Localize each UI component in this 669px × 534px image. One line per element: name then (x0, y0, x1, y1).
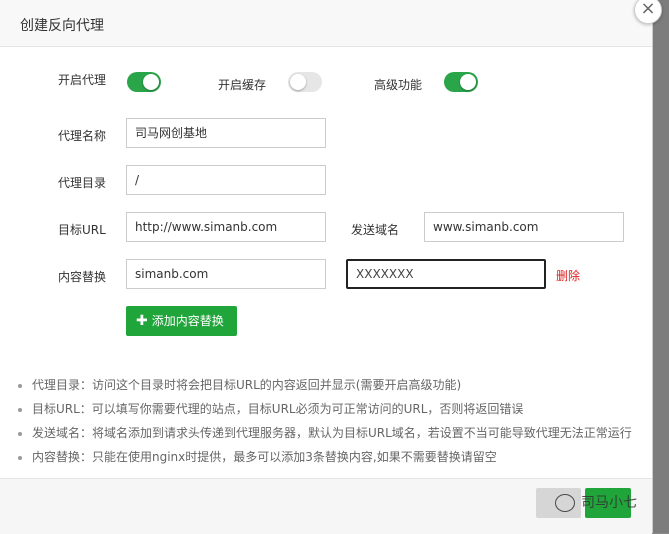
note-text: 代理目录：访问这个目录时将会把目标URL的内容返回并显示(需要开启高级功能) (32, 378, 462, 392)
dialog-title: 创建反向代理 (20, 18, 104, 34)
wechat-icon (555, 494, 575, 512)
wechat-watermark: 司马小七 (555, 489, 637, 517)
note-item: 代理目录：访问这个目录时将会把目标URL的内容返回并显示(需要开启高级功能) (18, 376, 461, 393)
proxy-dir-input[interactable]: / (126, 165, 326, 195)
bullet-icon (18, 407, 22, 412)
bullet-icon (18, 455, 22, 460)
delete-replace-link[interactable]: 删除 (556, 267, 580, 284)
note-item: 内容替换：只能在使用nginx时提供，最多可以添加3条替换内容,如果不需要替换请… (18, 448, 497, 465)
replace-from-input[interactable]: simanb.com (126, 259, 326, 289)
reverse-proxy-dialog: 创建反向代理 开启代理 开启缓存 高级功能 代理名称 司马网创基地 代理目录 /… (0, 0, 653, 534)
send-domain-label: 发送域名 (351, 223, 400, 237)
target-url-input[interactable]: http://www.simanb.com (126, 212, 326, 242)
watermark-text: 司马小七 (581, 495, 637, 511)
note-text: 发送域名：将域名添加到请求头传递到代理服务器，默认为目标URL域名，若设置不当可… (32, 426, 632, 440)
note-item: 发送域名：将域名添加到请求头传递到代理服务器，默认为目标URL域名，若设置不当可… (18, 424, 632, 441)
toggle-knob (143, 74, 159, 90)
enable-proxy-toggle[interactable] (127, 72, 161, 92)
add-replace-label: 添加内容替换 (151, 314, 224, 328)
content-replace-label: 内容替换 (58, 270, 107, 284)
enable-cache-toggle[interactable] (288, 72, 322, 92)
proxy-name-label: 代理名称 (58, 129, 107, 143)
toggle-knob (460, 74, 476, 90)
note-text: 内容替换：只能在使用nginx时提供，最多可以添加3条替换内容,如果不需要替换请… (32, 450, 497, 464)
plus-icon: ✚ (136, 313, 148, 329)
dialog-title-bar: 创建反向代理 (0, 0, 652, 47)
note-text: 目标URL：可以填写你需要代理的站点，目标URL必须为可正常访问的URL，否则将… (32, 402, 524, 416)
toggle-knob (290, 74, 306, 90)
bullet-icon (18, 431, 22, 436)
advanced-toggle[interactable] (444, 72, 478, 92)
add-replace-button[interactable]: ✚ 添加内容替换 (126, 306, 237, 336)
enable-proxy-label: 开启代理 (58, 73, 107, 87)
advanced-label: 高级功能 (374, 78, 423, 92)
enable-cache-label: 开启缓存 (218, 78, 267, 92)
bullet-icon (18, 383, 22, 388)
proxy-dir-label: 代理目录 (58, 176, 107, 190)
target-url-label: 目标URL (58, 223, 106, 237)
replace-to-input[interactable]: XXXXXXX (346, 259, 546, 289)
send-domain-input[interactable]: www.simanb.com (424, 212, 624, 242)
note-item: 目标URL：可以填写你需要代理的站点，目标URL必须为可正常访问的URL，否则将… (18, 400, 523, 417)
proxy-name-input[interactable]: 司马网创基地 (126, 118, 326, 148)
